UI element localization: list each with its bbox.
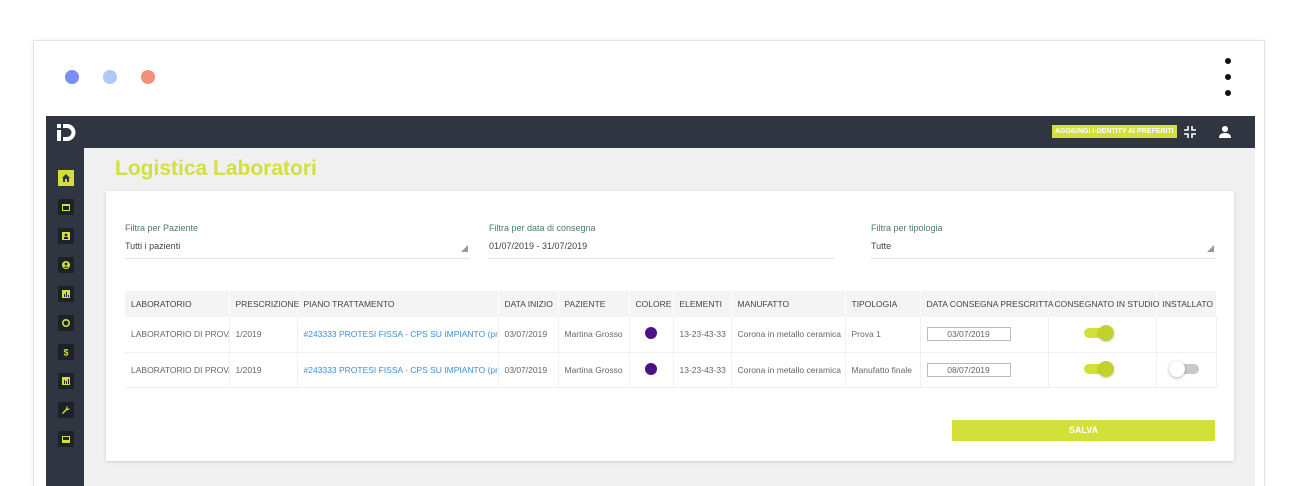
type-filter[interactable]: Filtra per tipologia Tutte [871, 223, 1216, 259]
date-filter-value: 01/07/2019 - 31/07/2019 [489, 241, 588, 251]
laboratory-cell: LABORATORIO DI PROVA [125, 352, 230, 388]
contact-card-icon[interactable] [58, 228, 74, 244]
column-header: INSTALLATO [1156, 291, 1217, 317]
inbox-icon[interactable] [58, 431, 74, 447]
logistics-table: LABORATORIO PRESCRIZIONE PIANO TRATTAMEN… [125, 291, 1217, 388]
delivered-toggle[interactable] [1083, 360, 1114, 377]
color-cell [629, 352, 674, 388]
page-title: Logistica Laboratori [115, 157, 317, 180]
column-header: PIANO TRATTAMENTO [297, 291, 499, 317]
refresh-icon[interactable] [58, 315, 74, 331]
window-dot-lightblue [103, 70, 117, 84]
user-icon[interactable] [1218, 125, 1232, 139]
calendar-icon[interactable] [58, 199, 74, 215]
delivery-date-cell: 08/07/2019 [920, 352, 1049, 388]
browser-window: AGGIUNGI I-DENTITY AI PREFERITI $ Logist… [33, 40, 1265, 486]
column-header: PRESCRIZIONE [229, 291, 299, 317]
save-button[interactable]: SALVA [952, 420, 1215, 441]
add-to-favorites-button[interactable]: AGGIUNGI I-DENTITY AI PREFERITI [1052, 125, 1177, 138]
color-swatch [644, 327, 657, 340]
patient-cell: Martina Grosso [558, 317, 630, 353]
user-circle-icon[interactable] [58, 257, 74, 273]
elements-cell: 13-23-43-33 [673, 317, 732, 353]
window-dot-blue [65, 70, 79, 84]
installed-toggle[interactable] [1168, 360, 1199, 377]
prescription-cell: 1/2019 [229, 317, 298, 353]
delivery-date-input[interactable]: 08/07/2019 [926, 362, 1011, 377]
svg-text:$: $ [63, 348, 68, 358]
chart-icon[interactable] [58, 286, 74, 302]
prescription-cell: 1/2019 [229, 352, 298, 388]
table-row: LABORATORIO DI PROVA 1/2019 #243333 PROT… [125, 352, 1217, 388]
column-header: CONSEGNATO IN STUDIO [1048, 291, 1160, 317]
installed-cell [1156, 352, 1217, 388]
report-icon[interactable] [58, 373, 74, 389]
artifact-cell: Corona in metallo ceramica [731, 352, 846, 388]
type-filter-label: Filtra per tipologia [871, 223, 943, 233]
delivery-date-input[interactable]: 03/07/2019 [926, 327, 1011, 342]
logo-icon[interactable] [54, 120, 78, 144]
delivery-date-cell: 03/07/2019 [920, 317, 1049, 353]
compress-icon[interactable] [1183, 125, 1197, 139]
delivered-toggle[interactable] [1083, 325, 1114, 342]
start-date-cell: 03/07/2019 [498, 317, 559, 353]
start-date-cell: 03/07/2019 [498, 352, 559, 388]
treatment-plan-link[interactable]: #243333 PROTESI FISSA - CPS SU IMPIANTO … [297, 352, 499, 388]
patient-cell: Martina Grosso [558, 352, 630, 388]
wrench-icon[interactable] [58, 402, 74, 418]
delivered-cell [1048, 352, 1157, 388]
date-filter[interactable]: Filtra per data di consegna 01/07/2019 -… [489, 223, 834, 259]
type-filter-value: Tutte [871, 241, 892, 251]
delivered-cell [1048, 317, 1157, 353]
dropdown-caret-icon [1207, 245, 1214, 252]
patient-filter-label: Filtra per Paziente [125, 223, 199, 233]
artifact-cell: Corona in metallo ceramica [731, 317, 846, 353]
color-swatch [644, 362, 657, 375]
column-header: DATA INIZIO [498, 291, 559, 317]
column-header: PAZIENTE [558, 291, 630, 317]
date-filter-label: Filtra per data di consegna [489, 223, 596, 233]
elements-cell: 13-23-43-33 [673, 352, 732, 388]
table-header-row: LABORATORIO PRESCRIZIONE PIANO TRATTAMEN… [125, 291, 1217, 317]
dropdown-caret-icon [461, 245, 468, 252]
sidebar: $ [46, 148, 84, 486]
column-header: ELEMENTI [673, 291, 732, 317]
app-container: AGGIUNGI I-DENTITY AI PREFERITI $ Logist… [46, 116, 1255, 486]
more-options-icon[interactable] [1224, 58, 1232, 100]
table-row: LABORATORIO DI PROVA 1/2019 #243333 PROT… [125, 317, 1217, 353]
window-dot-orange [141, 70, 155, 84]
laboratory-cell: LABORATORIO DI PROVA [125, 317, 230, 353]
type-cell: Prova 1 [845, 317, 921, 353]
column-header: MANUFATTO [731, 291, 846, 317]
column-header: LABORATORIO [125, 291, 230, 317]
patient-filter-value: Tutti i pazienti [125, 241, 181, 251]
installed-cell [1156, 317, 1217, 353]
column-header: TIPOLOGIA [845, 291, 921, 317]
patient-filter[interactable]: Filtra per Paziente Tutti i pazienti [125, 223, 470, 259]
type-cell: Manufatto finale [845, 352, 921, 388]
column-header: COLORE [629, 291, 674, 317]
top-bar: AGGIUNGI I-DENTITY AI PREFERITI [46, 116, 1255, 148]
home-icon[interactable] [58, 170, 74, 186]
treatment-plan-link[interactable]: #243333 PROTESI FISSA - CPS SU IMPIANTO … [297, 317, 499, 353]
color-cell [629, 317, 674, 353]
column-header: DATA CONSEGNA PRESCRITTA [920, 291, 1054, 317]
dollar-icon[interactable]: $ [58, 344, 74, 360]
logistics-card: Filtra per Paziente Tutti i pazienti Fil… [106, 191, 1234, 461]
